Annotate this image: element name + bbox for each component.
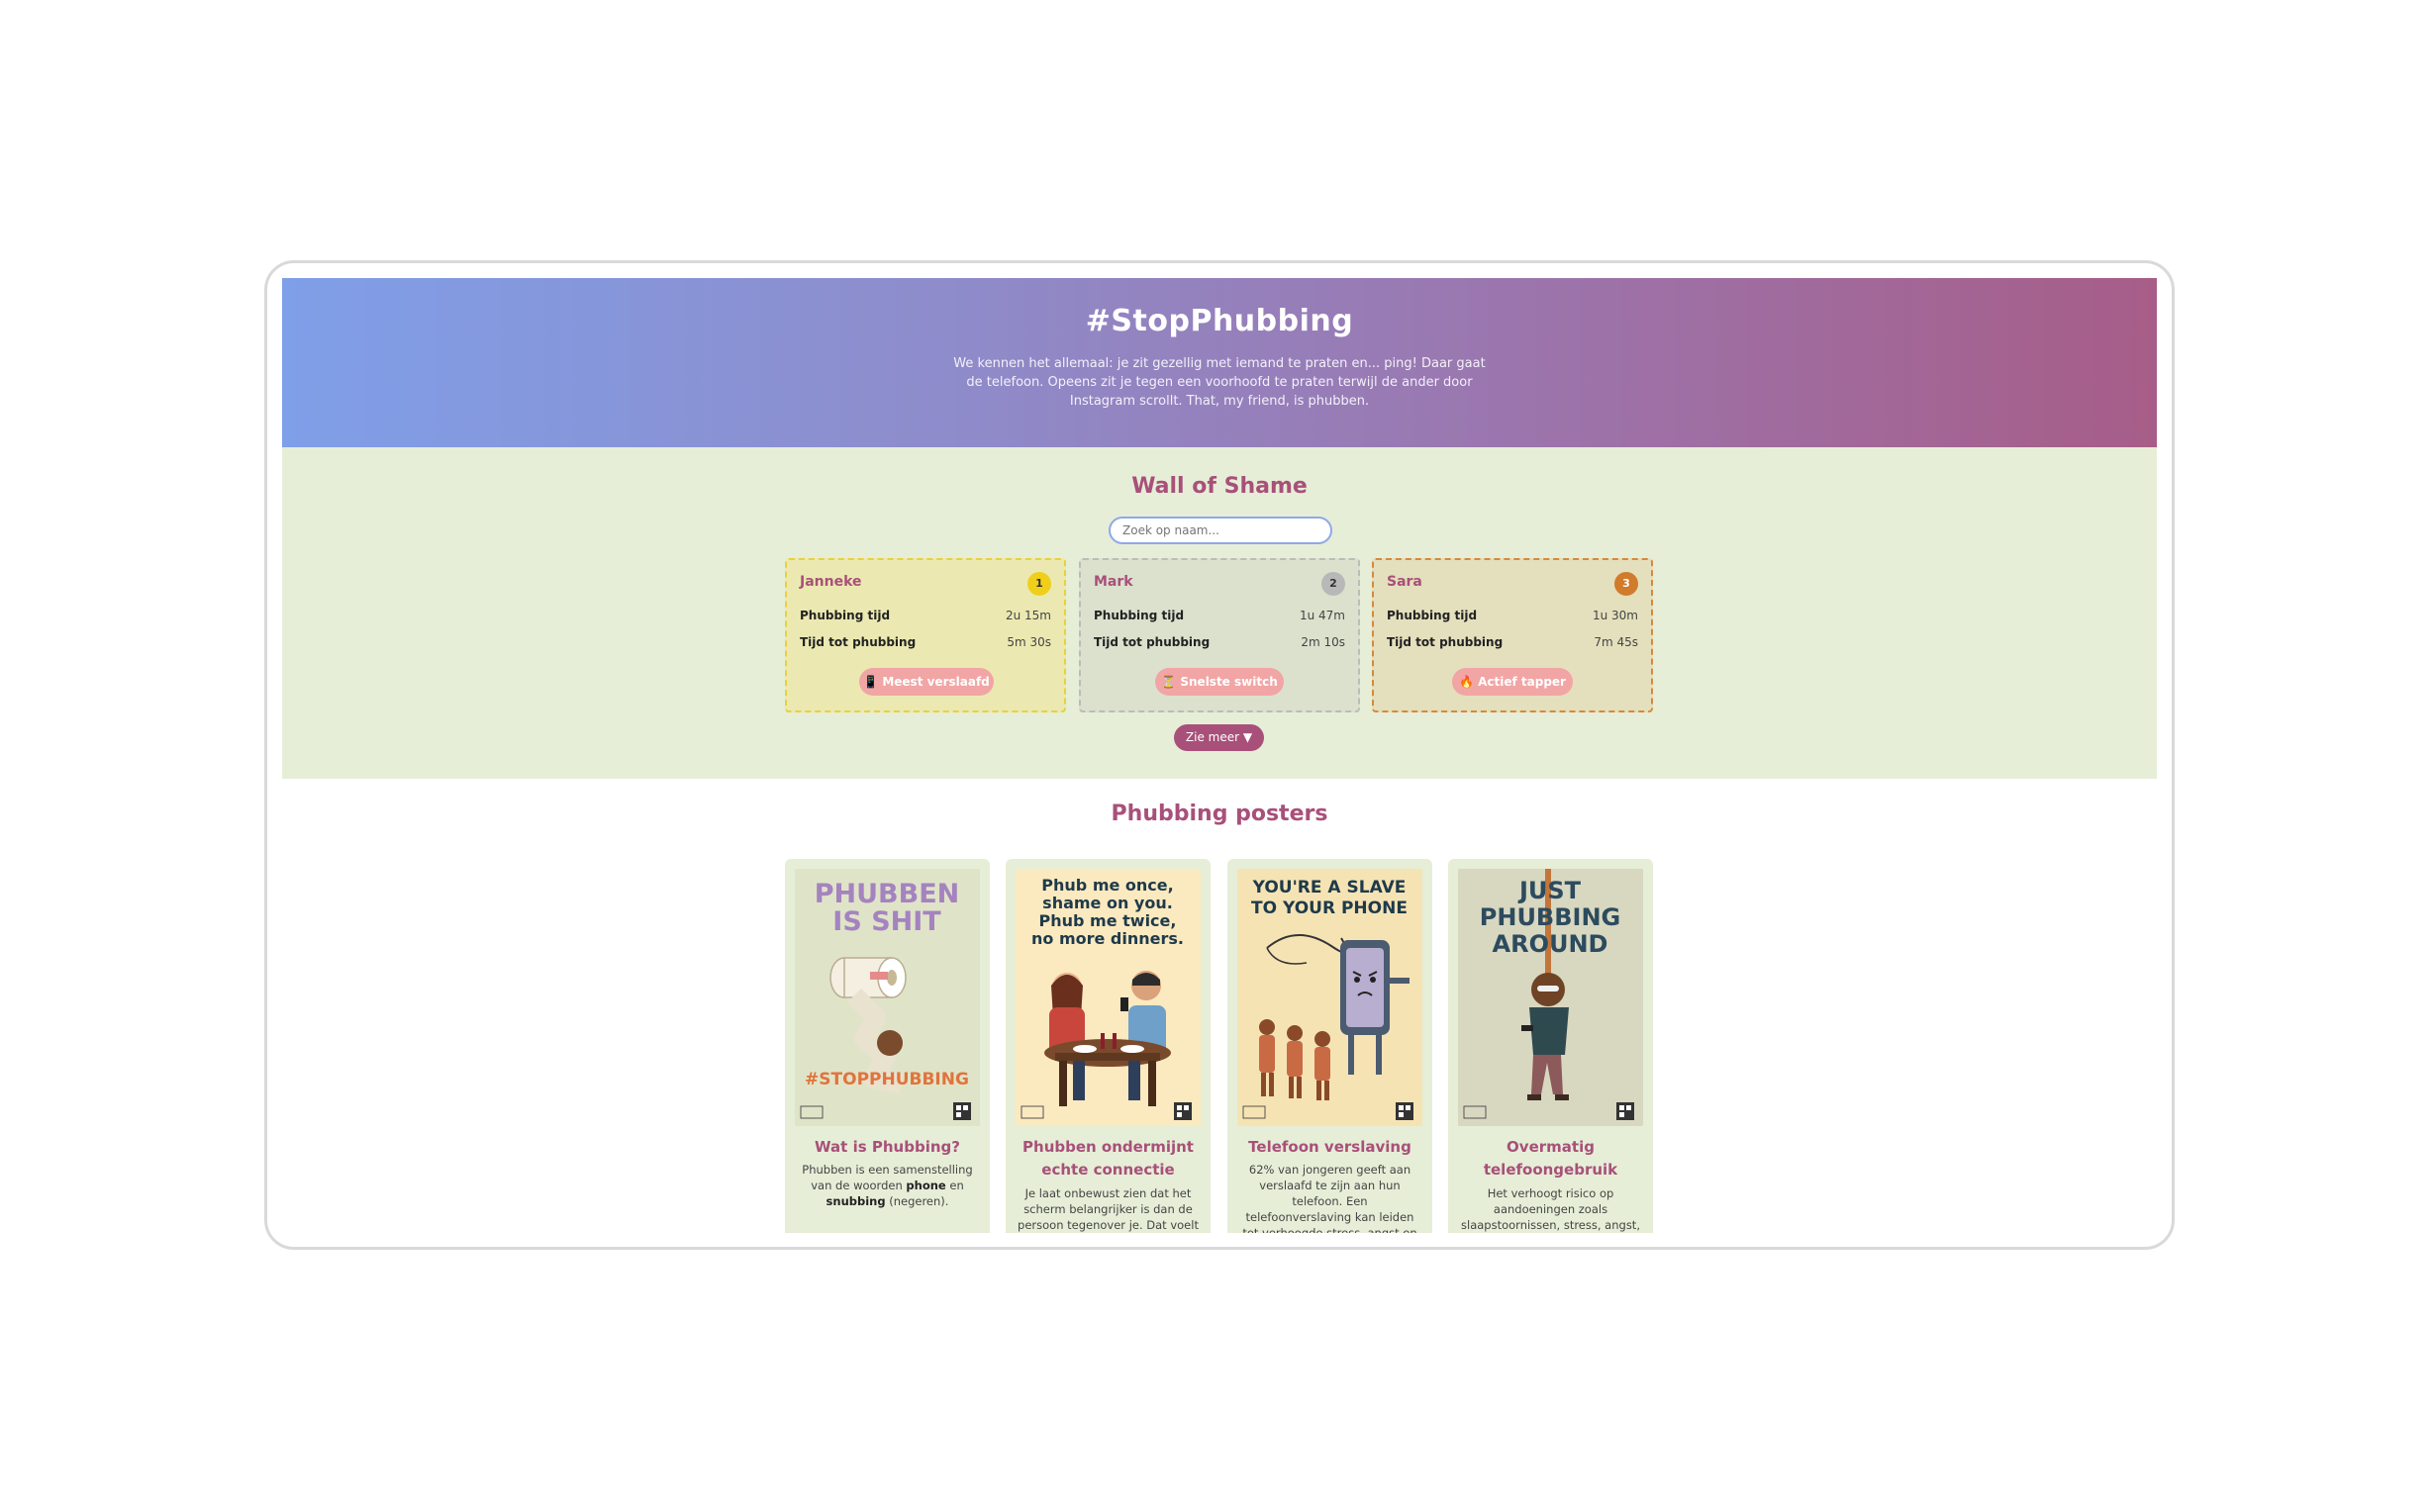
- poster-card-verslaving[interactable]: YOU'RE A SLAVE TO YOUR PHONE Telefoon ve…: [1227, 859, 1432, 1233]
- hero-intro: We kennen het allemaal: je zit gezellig …: [953, 356, 1486, 409]
- poster-description: Het verhoogt risico op aandoeningen zoal…: [1461, 1186, 1640, 1232]
- stat-label: Tijd tot phubbing: [800, 635, 917, 649]
- stat-label: Phubbing tijd: [800, 609, 891, 622]
- shame-card-janneke[interactable]: Janneke 1 Phubbing tijd 2u 15m Tijd tot …: [785, 558, 1066, 712]
- posters-title: Phubbing posters: [1111, 802, 1328, 826]
- poster-headline-line: no more dinners.: [1031, 929, 1184, 948]
- tag-pill: 📱 Meest verslaafd: [859, 668, 994, 696]
- poster-headline-line: JUST: [1517, 877, 1582, 904]
- stat-label: Phubbing tijd: [1094, 609, 1185, 622]
- page-title: #StopPhubbing: [1085, 304, 1354, 338]
- desc-bold: snubbing: [826, 1194, 886, 1208]
- poster-card-telefoongebruik[interactable]: JUST PHUBBING AROUND Overmatig telefoong…: [1448, 859, 1653, 1233]
- poster-headline-line: Phub me twice,: [1039, 911, 1177, 930]
- poster-image: PHUBBEN IS SHIT #STOPPHUBBING: [795, 869, 980, 1126]
- tag-pill: ⏳ Snelste switch: [1155, 668, 1284, 696]
- rank-badge: 3: [1614, 572, 1638, 596]
- qr-code-icon: [1616, 1102, 1634, 1120]
- rank-badge: 2: [1321, 572, 1345, 596]
- search-input[interactable]: [1109, 517, 1332, 544]
- card-name: Sara: [1387, 574, 1422, 590]
- desc-text: en: [945, 1179, 964, 1192]
- desc-bold: phone: [906, 1179, 946, 1192]
- wall-title: Wall of Shame: [1131, 474, 1308, 499]
- tag-pill: 🔥 Actief tapper: [1452, 668, 1573, 696]
- poster-description: Je laat onbewust zien dat het scherm bel…: [1018, 1186, 1199, 1232]
- poster-card-connectie[interactable]: Phub me once, shame on you. Phub me twic…: [1006, 859, 1211, 1233]
- qr-code-icon: [1174, 1102, 1192, 1120]
- card-name: Mark: [1094, 574, 1133, 590]
- qr-code-icon: [1396, 1102, 1413, 1120]
- card-name: Janneke: [800, 574, 862, 590]
- stat-value: 1u 47m: [1299, 609, 1345, 622]
- wall-of-shame: Wall of Shame Janneke 1 Phubbing tijd 2u…: [282, 447, 2157, 779]
- hero-banner: #StopPhubbing We kennen het allemaal: je…: [282, 278, 2157, 447]
- poster-title: Telefoon verslaving: [1248, 1138, 1411, 1156]
- stat-time-to-phubbing: Tijd tot phubbing 7m 45s: [1387, 635, 1638, 649]
- stat-phubbing-time: Phubbing tijd 1u 30m: [1387, 609, 1638, 622]
- stat-label: Phubbing tijd: [1387, 609, 1478, 622]
- stat-value: 5m 30s: [1007, 635, 1051, 649]
- poster-image: JUST PHUBBING AROUND: [1458, 869, 1643, 1126]
- page-viewport: #StopPhubbing We kennen het allemaal: je…: [282, 278, 2157, 1233]
- poster-headline-line: YOU'RE A SLAVE: [1252, 878, 1407, 898]
- stat-label: Tijd tot phubbing: [1387, 635, 1504, 649]
- stat-value: 2u 15m: [1005, 609, 1051, 622]
- poster-image: YOU'RE A SLAVE TO YOUR PHONE: [1237, 869, 1422, 1126]
- poster-headline-line: Phub me once,: [1041, 876, 1173, 895]
- poster-headline-line: AROUND: [1493, 930, 1608, 958]
- poster-footer-text: #STOPPHUBBING: [805, 1070, 969, 1089]
- rank-badge: 1: [1027, 572, 1051, 596]
- poster-headline-line: shame on you.: [1042, 894, 1173, 912]
- see-more-button[interactable]: Zie meer ▼: [1174, 724, 1264, 751]
- shame-card-sara[interactable]: Sara 3 Phubbing tijd 1u 30m Tijd tot phu…: [1372, 558, 1653, 712]
- poster-headline-line: PHUBBEN: [815, 879, 960, 909]
- browser-frame: #StopPhubbing We kennen het allemaal: je…: [264, 260, 2175, 1250]
- poster-title: Wat is Phubbing?: [815, 1138, 960, 1156]
- poster-headline-line: IS SHIT: [832, 906, 941, 937]
- stat-phubbing-time: Phubbing tijd 1u 47m: [1094, 609, 1345, 622]
- stat-time-to-phubbing: Tijd tot phubbing 5m 30s: [800, 635, 1051, 649]
- poster-title: Overmatig telefoongebruik: [1483, 1138, 1618, 1179]
- stat-time-to-phubbing: Tijd tot phubbing 2m 10s: [1094, 635, 1345, 649]
- stat-label: Tijd tot phubbing: [1094, 635, 1211, 649]
- shame-cards: Janneke 1 Phubbing tijd 2u 15m Tijd tot …: [785, 558, 1654, 712]
- shame-card-mark[interactable]: Mark 2 Phubbing tijd 1u 47m Tijd tot phu…: [1079, 558, 1360, 712]
- poster-card-wat-is-phubbing[interactable]: PHUBBEN IS SHIT #STOPPHUBBING Wat is Phu…: [785, 859, 990, 1233]
- stat-value: 2m 10s: [1301, 635, 1345, 649]
- qr-code-icon: [953, 1102, 971, 1120]
- stat-value: 7m 45s: [1594, 635, 1638, 649]
- poster-description: 62% van jongeren geeft aan verslaafd te …: [1242, 1163, 1417, 1233]
- stat-phubbing-time: Phubbing tijd 2u 15m: [800, 609, 1051, 622]
- poster-headline-line: TO YOUR PHONE: [1251, 898, 1408, 918]
- poster-headline-line: PHUBBING: [1480, 903, 1620, 931]
- poster-image: Phub me once, shame on you. Phub me twic…: [1016, 869, 1201, 1126]
- poster-description: Phubben is een samenstelling van de woor…: [797, 1162, 978, 1209]
- stat-value: 1u 30m: [1592, 609, 1638, 622]
- poster-title: Phubben ondermijnt echte connectie: [1022, 1138, 1194, 1179]
- desc-text: (negeren).: [885, 1194, 949, 1208]
